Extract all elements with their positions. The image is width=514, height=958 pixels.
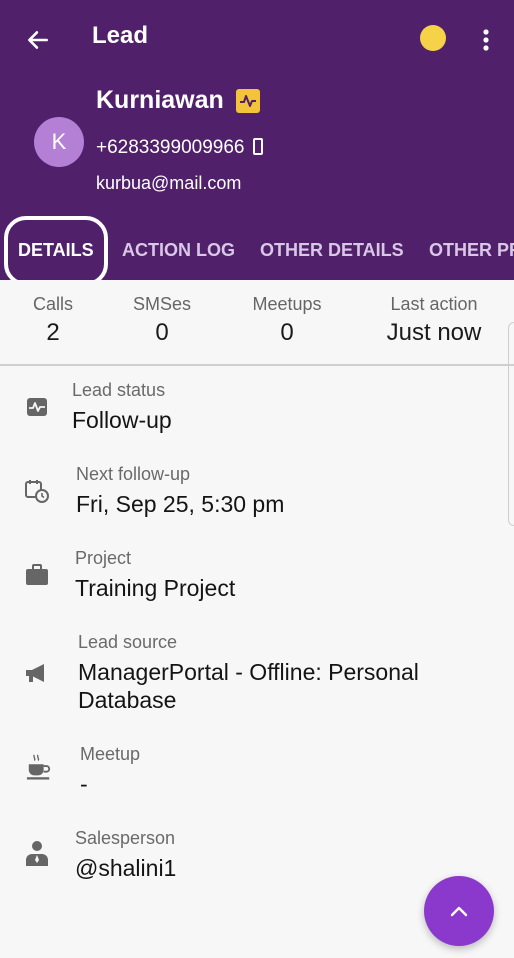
detail-project[interactable]: Project Training Project: [0, 546, 500, 616]
tab-other-details[interactable]: OTHER DETAILS: [260, 240, 404, 261]
detail-value: Fri, Sep 25, 5:30 pm: [76, 491, 285, 517]
stat-calls: Calls 2: [22, 294, 84, 347]
mobile-phone-icon: [253, 138, 263, 155]
detail-label: Salesperson: [75, 828, 176, 848]
top-app-bar: Lead: [0, 0, 514, 78]
detail-label: Project: [75, 548, 132, 568]
detail-label: Lead status: [72, 380, 166, 400]
back-button[interactable]: [22, 24, 54, 56]
detail-meetup[interactable]: Meetup -: [0, 742, 500, 812]
arrow-left-icon: [28, 31, 48, 49]
stat-value: Just now: [386, 319, 482, 346]
side-panel-edge[interactable]: [508, 322, 514, 526]
stat-label: Calls: [32, 294, 73, 314]
coffee-cup-icon: [26, 754, 52, 780]
activity-icon: [24, 394, 50, 420]
detail-value: @shalini1: [75, 855, 177, 881]
avatar: K: [34, 117, 84, 167]
stat-label: SMSes: [132, 294, 192, 314]
stat-value: 0: [280, 319, 294, 346]
detail-label: Lead source: [78, 632, 178, 652]
scroll-up-button[interactable]: [424, 876, 494, 946]
detail-label: Next follow-up: [76, 464, 191, 484]
stat-value: 0: [155, 319, 169, 346]
stat-meetups: Meetups 0: [240, 294, 334, 347]
stat-label: Last action: [390, 294, 478, 314]
stats-row: Calls 2 SMSes 0 Meetups 0 Last action Ju…: [0, 280, 514, 366]
stat-label: Meetups: [252, 294, 322, 314]
detail-value: Follow-up: [72, 407, 172, 433]
briefcase-icon: [24, 562, 50, 588]
detail-value: -: [80, 771, 88, 797]
tab-other-pr[interactable]: OTHER PR: [429, 240, 514, 261]
stat-last-action: Last action Just now: [378, 294, 490, 347]
lead-screen: Lead K Kurniawan +6283399009966 kurbua@m…: [0, 0, 514, 958]
calendar-clock-icon: [24, 478, 50, 504]
detail-salesperson[interactable]: Salesperson @shalini1: [0, 826, 500, 896]
detail-value: Training Project: [75, 575, 236, 601]
lead-phone[interactable]: +6283399009966: [96, 137, 244, 159]
lead-name: Kurniawan: [96, 86, 224, 114]
megaphone-icon: [24, 660, 50, 686]
detail-lead-status[interactable]: Lead status Follow-up: [0, 378, 500, 448]
tab-highlight-outline: [4, 216, 108, 286]
detail-next-follow-up[interactable]: Next follow-up Fri, Sep 25, 5:30 pm: [0, 462, 500, 532]
stat-smses: SMSes 0: [126, 294, 198, 347]
person-icon: [24, 840, 50, 866]
tab-action-log[interactable]: ACTION LOG: [122, 240, 235, 261]
detail-label: Meetup: [80, 744, 141, 764]
page-title: Lead: [92, 22, 149, 49]
stat-value: 2: [46, 319, 60, 346]
chevron-up-icon: [450, 906, 468, 917]
detail-value: ManagerPortal - Offline: Personal Databa…: [78, 659, 419, 713]
activity-badge-icon: [236, 89, 260, 113]
more-options-button[interactable]: [474, 24, 498, 56]
detail-lead-source[interactable]: Lead source ManagerPortal - Offline: Per…: [0, 630, 500, 716]
more-vertical-icon: [483, 29, 489, 51]
status-dot[interactable]: [420, 25, 446, 51]
lead-email[interactable]: kurbua@mail.com: [96, 173, 241, 194]
